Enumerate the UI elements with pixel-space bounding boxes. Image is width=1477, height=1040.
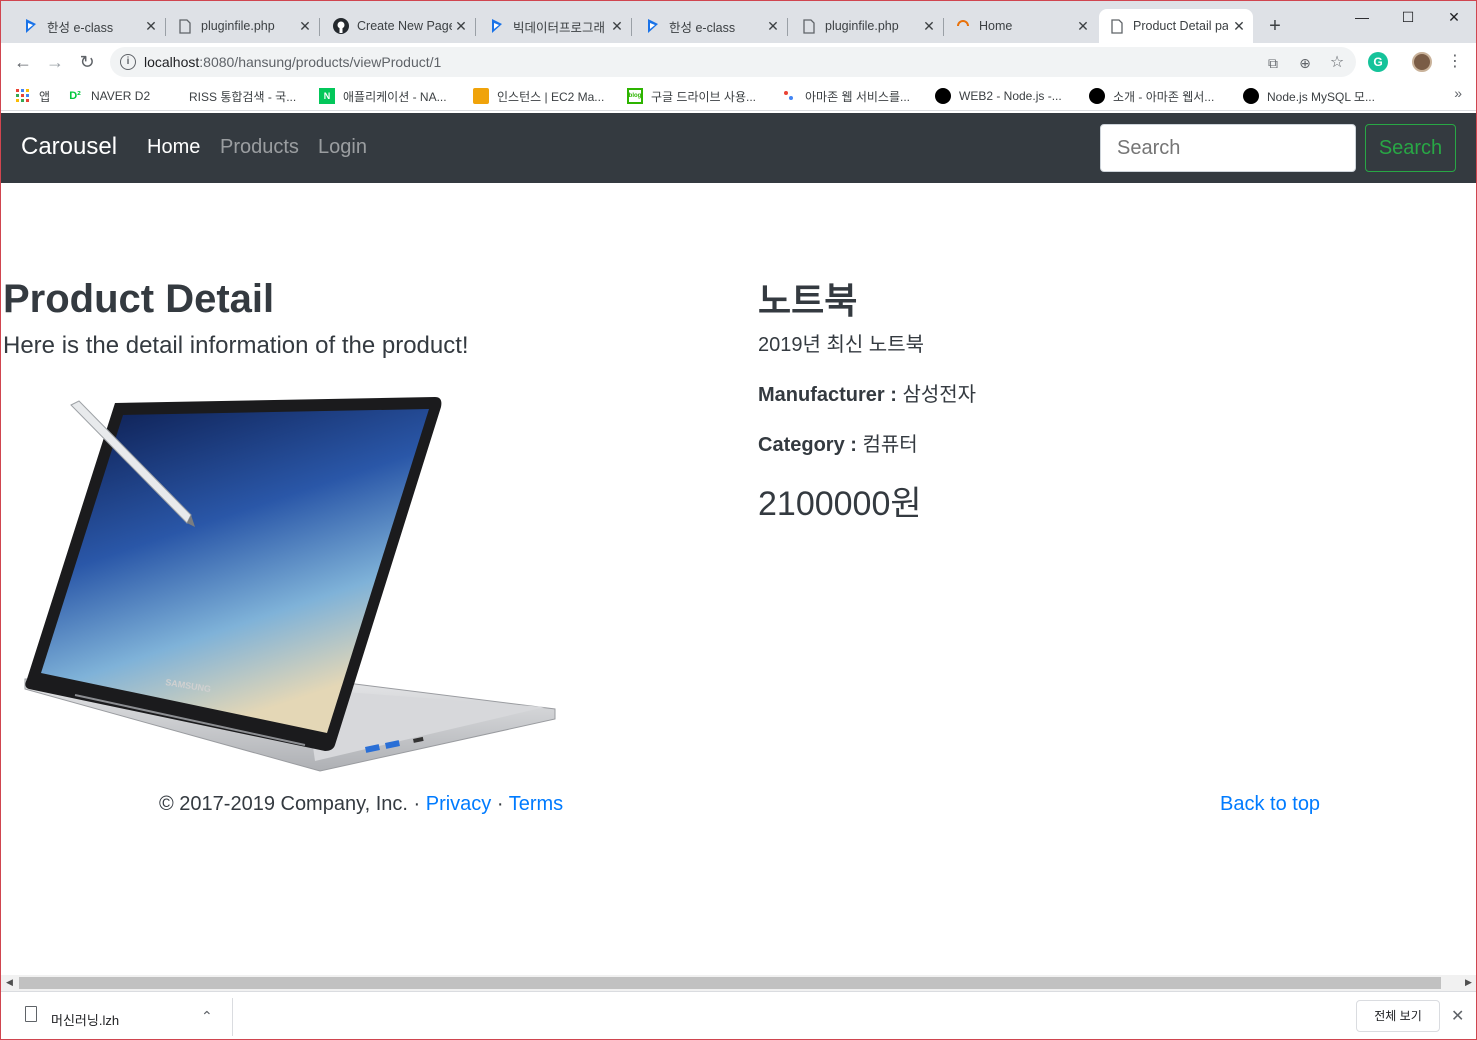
terms-link[interactable]: Terms — [509, 793, 563, 815]
star-icon[interactable]: ☆ — [1328, 54, 1346, 72]
page-icon — [177, 18, 193, 34]
info-icon[interactable]: i — [120, 54, 136, 70]
product-description: 2019년 최신 노트북 — [758, 334, 925, 356]
scroll-right-icon[interactable]: ▶ — [1465, 977, 1472, 988]
bookmark-aws-intro[interactable]: 소개 - 아마존 웹서... — [1089, 86, 1214, 106]
close-icon[interactable]: ✕ — [143, 18, 159, 34]
eclass-icon — [645, 18, 661, 34]
page-title: Product Detail — [3, 277, 275, 321]
tab-strip: 한성 e-class ✕ pluginfile.php ✕ Create New… — [1, 1, 1476, 43]
tab-github[interactable]: Create New Page ✕ — [323, 9, 476, 43]
nav-link-home[interactable]: Home — [147, 136, 200, 159]
chevron-up-icon[interactable]: ⌃ — [201, 1008, 213, 1025]
address-bar[interactable]: i localhost:8080/hansung/products/viewPr… — [110, 47, 1356, 77]
download-item[interactable]: 머신러닝.lzh ⌃ — [21, 1004, 231, 1032]
bookmarks-bar: 앱 D² NAVER D2 RISS 통합검색 - 국... N 애플리케이션 … — [1, 80, 1476, 111]
dots-icon — [781, 88, 797, 104]
show-all-button[interactable]: 전체 보기 — [1356, 1000, 1440, 1032]
close-icon[interactable]: ✕ — [765, 18, 781, 34]
footer-copyright: © 2017-2019 Company, Inc. · Privacy · Te… — [159, 793, 564, 815]
close-window-button[interactable]: ✕ — [1431, 5, 1476, 29]
tab-eclass-1[interactable]: 한성 e-class ✕ — [13, 9, 166, 43]
back-to-top-link[interactable]: Back to top — [1220, 793, 1320, 816]
page-lead: Here is the detail information of the pr… — [3, 332, 469, 359]
close-icon[interactable]: ✕ — [297, 18, 313, 34]
privacy-link[interactable]: Privacy — [426, 793, 492, 815]
browser-window: 한성 e-class ✕ pluginfile.php ✕ Create New… — [0, 0, 1477, 1040]
circle-icon — [1243, 88, 1259, 104]
tab-pluginfile-2[interactable]: pluginfile.php ✕ — [791, 9, 944, 43]
page-icon — [801, 18, 817, 34]
tab-pluginfile-1[interactable]: pluginfile.php ✕ — [167, 9, 320, 43]
d2-icon: D² — [67, 88, 83, 104]
close-icon[interactable]: ✕ — [1075, 18, 1091, 34]
eclass-icon — [23, 18, 39, 34]
bookmarks-overflow-icon[interactable]: » — [1454, 85, 1462, 101]
download-file-name: 머신러닝.lzh — [51, 1013, 120, 1028]
close-icon[interactable]: ✕ — [453, 18, 469, 34]
blog-icon: blog — [627, 88, 643, 104]
bookmark-aws-web[interactable]: 아마존 웹 서비스를... — [781, 86, 910, 106]
bookmark-naver-d2[interactable]: D² NAVER D2 — [67, 86, 150, 106]
circle-icon — [1089, 88, 1105, 104]
download-bar: 머신러닝.lzh ⌃ 전체 보기 ✕ — [1, 991, 1476, 1039]
tab-bigdata[interactable]: 빅데이터프로그래 ✕ — [479, 9, 632, 43]
loading-icon — [955, 18, 971, 34]
close-icon[interactable]: ✕ — [921, 18, 937, 34]
apps-icon — [15, 88, 31, 104]
tab-eclass-2[interactable]: 한성 e-class ✕ — [635, 9, 788, 43]
product-image: SAMSUNG — [24, 397, 556, 772]
maximize-button[interactable]: ☐ — [1385, 5, 1431, 29]
url-text: localhost:8080/hansung/products/viewProd… — [144, 54, 442, 70]
scrollbar-thumb[interactable] — [19, 977, 1441, 989]
grammarly-icon[interactable]: G — [1368, 52, 1388, 72]
minimize-button[interactable]: — — [1339, 5, 1385, 29]
product-manufacturer: Manufacturer : 삼성전자 — [758, 378, 976, 407]
search-input[interactable] — [1100, 124, 1356, 172]
page-icon — [1109, 18, 1125, 34]
product-category: Category : 컴퓨터 — [758, 428, 918, 457]
zoom-icon[interactable]: ⊕ — [1296, 54, 1314, 72]
translate-icon[interactable]: ⧉ — [1264, 54, 1282, 72]
bookmark-google-drive[interactable]: blog 구글 드라이브 사용... — [627, 86, 756, 106]
bookmark-nodejs-mysql[interactable]: Node.js MySQL 모... — [1243, 86, 1375, 106]
bookmark-ec2[interactable]: 인스턴스 | EC2 Ma... — [473, 86, 604, 106]
bookmark-riss[interactable]: RISS 통합검색 - 국... — [165, 86, 296, 106]
scroll-left-icon[interactable]: ◀ — [6, 977, 13, 988]
product-price: 2100000원 — [758, 485, 922, 523]
close-icon[interactable]: ✕ — [609, 18, 625, 34]
browser-toolbar: ← → ↻ i localhost:8080/hansung/products/… — [1, 43, 1476, 80]
back-arrow-icon[interactable]: ← — [11, 50, 35, 74]
circle-icon — [935, 88, 951, 104]
aws-icon — [473, 88, 489, 104]
site-navbar: Carousel Home Products Login Search — [1, 113, 1476, 183]
reload-icon[interactable]: ↻ — [75, 50, 99, 74]
file-icon — [25, 1006, 37, 1022]
forward-arrow-icon[interactable]: → — [43, 50, 67, 74]
category-value: 컴퓨터 — [862, 434, 918, 456]
horizontal-scrollbar[interactable]: ◀ ▶ — [1, 975, 1476, 991]
avatar[interactable] — [1412, 52, 1432, 72]
menu-dots-icon[interactable]: ⋮ — [1443, 50, 1467, 74]
close-icon[interactable]: ✕ — [1231, 18, 1247, 34]
bookmark-naver-app[interactable]: N 애플리케이션 - NA... — [319, 86, 447, 106]
nav-link-products[interactable]: Products — [220, 136, 299, 159]
nav-link-login[interactable]: Login — [318, 136, 367, 159]
tab-product-detail[interactable]: Product Detail pa ✕ — [1099, 9, 1253, 43]
product-name: 노트북 — [758, 280, 858, 321]
category-label: Category : — [758, 434, 863, 456]
naver-icon: N — [319, 88, 335, 104]
eclass-icon — [489, 18, 505, 34]
bookmark-web2-nodejs[interactable]: WEB2 - Node.js -... — [935, 86, 1062, 106]
bookmark-apps[interactable]: 앱 — [15, 86, 50, 106]
manufacturer-label: Manufacturer : — [758, 384, 903, 406]
tab-home[interactable]: Home ✕ — [945, 9, 1097, 43]
manufacturer-value: 삼성전자 — [902, 384, 977, 406]
new-tab-button[interactable]: + — [1263, 15, 1287, 39]
close-icon[interactable]: ✕ — [1451, 1006, 1464, 1026]
github-icon — [333, 18, 349, 34]
navbar-brand[interactable]: Carousel — [21, 133, 117, 161]
riss-icon — [165, 88, 181, 104]
search-button[interactable]: Search — [1365, 124, 1456, 172]
